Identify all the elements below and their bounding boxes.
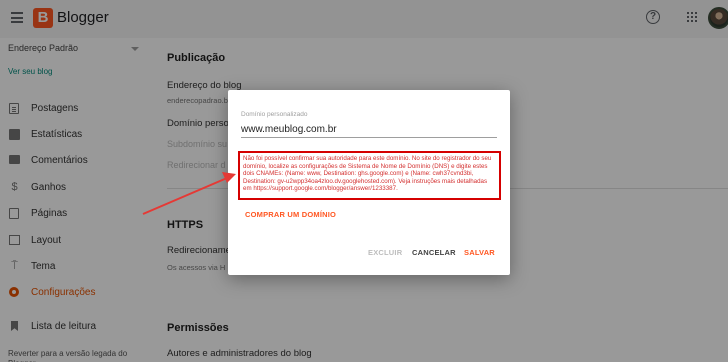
cancel-button[interactable]: CANCELAR	[412, 248, 456, 257]
delete-button[interactable]: EXCLUIR	[368, 248, 402, 257]
error-highlight-box: Não foi possível confirmar sua autoridad…	[238, 151, 501, 200]
custom-domain-input[interactable]	[241, 122, 497, 138]
save-button[interactable]: SALVAR	[464, 248, 495, 257]
dns-error-message: Não foi possível confirmar sua autoridad…	[243, 155, 492, 193]
custom-domain-label: Domínio personalizado	[241, 111, 308, 118]
buy-domain-link[interactable]: COMPRAR UM DOMÍNIO	[245, 210, 336, 219]
custom-domain-dialog: Domínio personalizado Não foi possível c…	[228, 90, 510, 275]
